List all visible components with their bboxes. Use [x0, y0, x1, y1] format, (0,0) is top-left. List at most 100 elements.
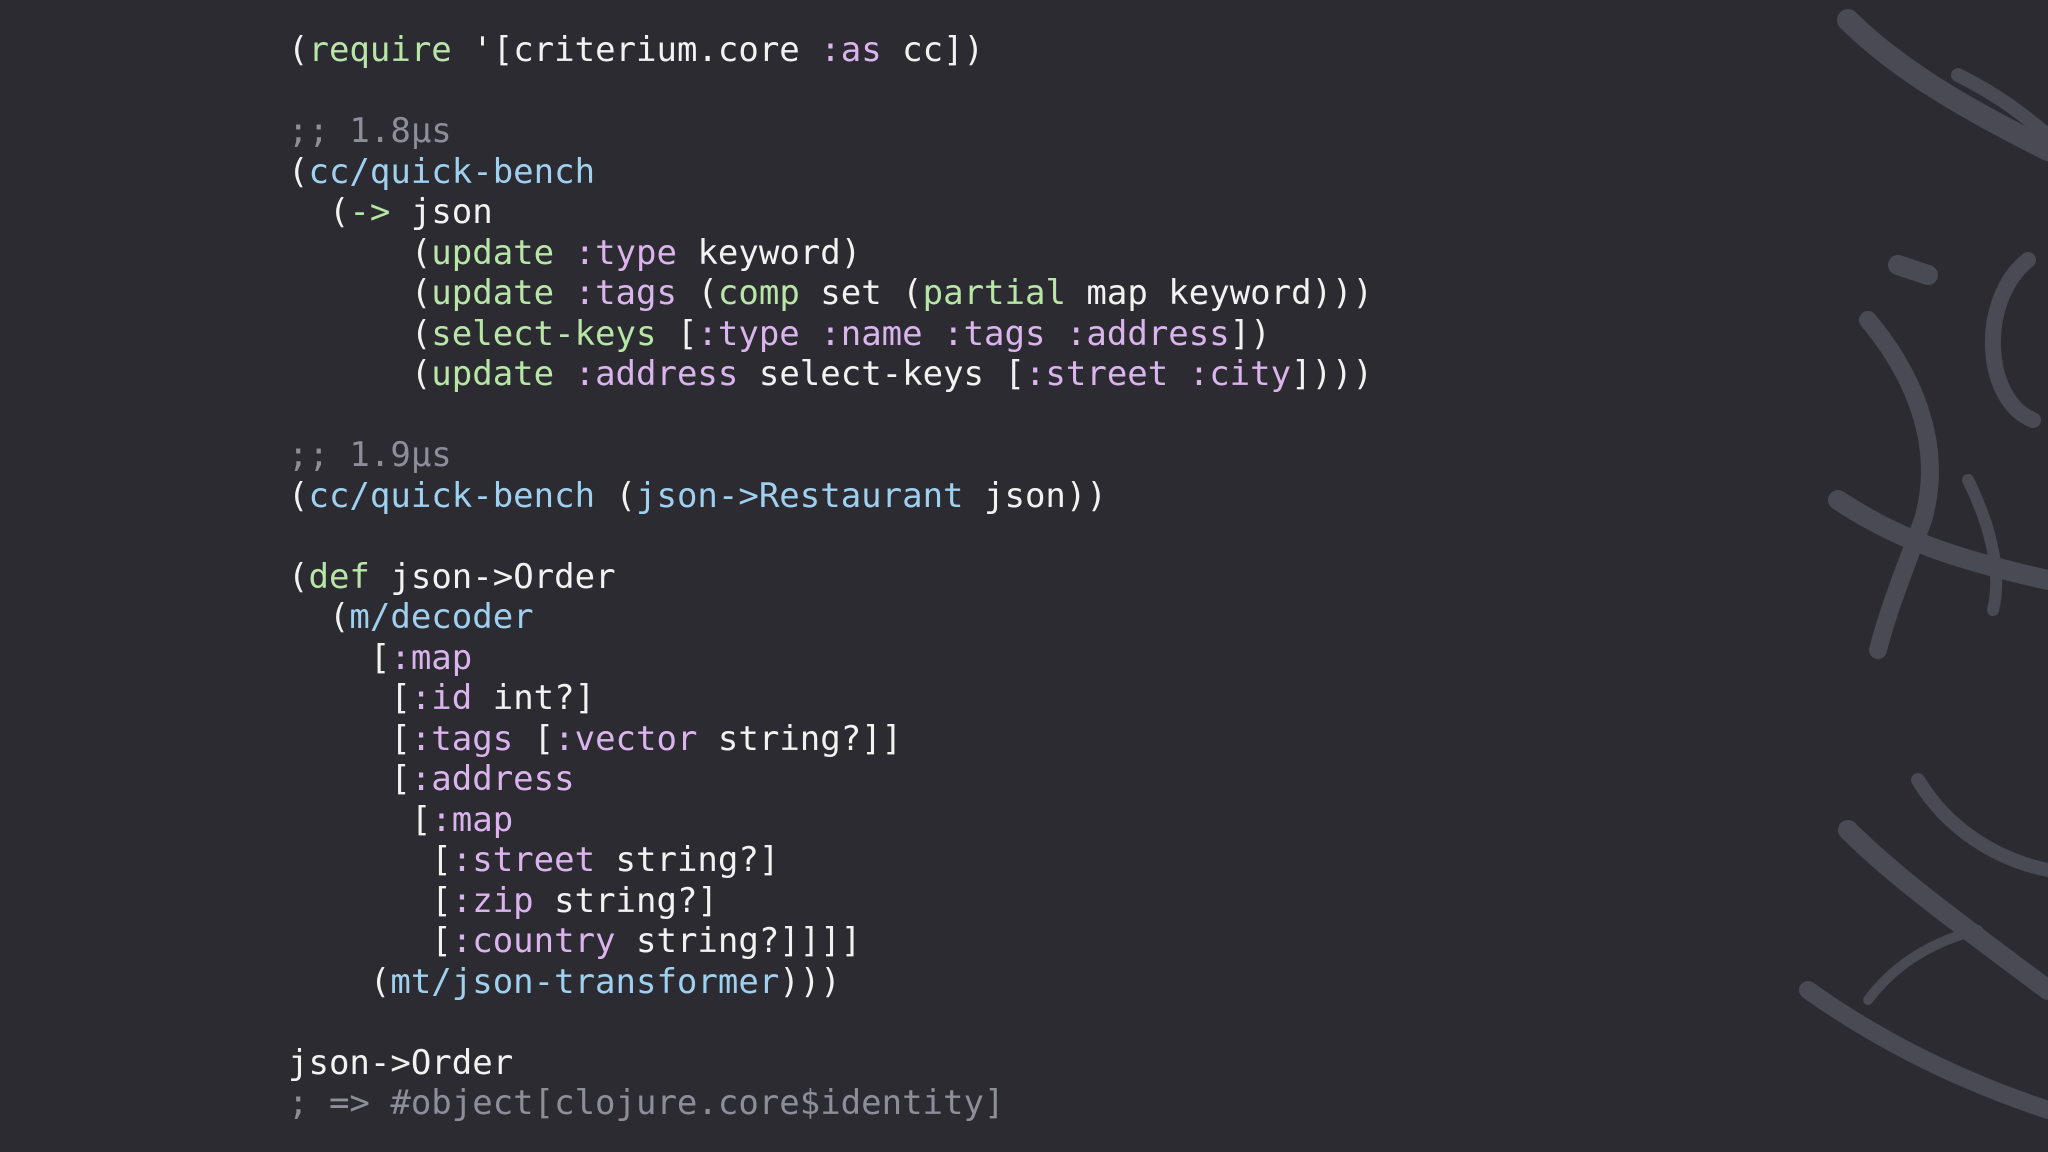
code-token: map keyword))): [1065, 273, 1373, 313]
code-line: [:zip string?]: [288, 881, 1373, 922]
code-token: :zip: [451, 880, 534, 921]
code-block: (require '[criterium.core :as cc]) ;; 1.…: [288, 30, 1373, 1124]
logo-stroke: [1799, 981, 2048, 1119]
code-token: :tags: [410, 718, 514, 759]
code-token: json)): [963, 475, 1107, 516]
code-token: string?]]]]: [615, 921, 862, 961]
code-token: [: [288, 637, 391, 678]
code-token: ]): [1229, 313, 1271, 354]
code-token: (: [288, 556, 309, 597]
code-line: [:address: [288, 759, 1373, 800]
code-token: select-keys: [431, 313, 657, 354]
code-line: (update :type keyword): [288, 233, 1373, 274]
code-line: (mt/json-transformer))): [288, 962, 1373, 1003]
code-token: (: [288, 313, 432, 354]
code-token: [: [288, 678, 411, 718]
logo-stroke: [1863, 925, 1983, 1005]
code-line: json->Order: [288, 1043, 1373, 1084]
code-token: :map: [390, 637, 473, 678]
code-token: (: [676, 273, 718, 313]
code-token: (: [288, 30, 309, 70]
logo-stroke: [1837, 9, 2048, 161]
code-token: :street: [1024, 354, 1169, 394]
code-token: :street: [451, 840, 596, 880]
code-token: ;; 1.9µs: [288, 435, 452, 475]
code-token: [: [656, 313, 698, 354]
code-token: :tags: [943, 313, 1046, 354]
code-token: require: [308, 30, 452, 70]
code-token: :address: [574, 354, 739, 394]
code-token: json: [390, 192, 493, 232]
code-token: :as: [820, 30, 882, 70]
code-token: def: [308, 556, 370, 597]
code-token: mt/json-transformer: [390, 961, 780, 1002]
code-token: :type: [574, 232, 677, 273]
code-line: (cc/quick-bench: [288, 152, 1373, 193]
code-line: [:tags [:vector string?]]: [288, 719, 1373, 760]
code-token: ->: [349, 192, 391, 232]
code-token: select-keys [: [738, 354, 1025, 394]
code-line: (select-keys [:type :name :tags :address…: [288, 314, 1373, 355]
code-line: [:street string?]: [288, 840, 1373, 881]
metosin-brush-logo-icon: [1799, 9, 2048, 1119]
code-token: cc]): [881, 30, 985, 70]
code-line: ;; 1.9µs: [288, 435, 1373, 476]
code-token: update: [431, 232, 555, 273]
code-token: keyword): [676, 232, 862, 273]
code-line: (update :address select-keys [:street :c…: [288, 354, 1373, 395]
code-token: [: [288, 880, 452, 921]
code-line: [:map: [288, 638, 1373, 679]
code-token: ))): [779, 961, 841, 1002]
logo-stroke: [1911, 773, 2048, 877]
code-token: :country: [451, 921, 616, 961]
code-line: (cc/quick-bench (json->Restaurant json)): [288, 476, 1373, 517]
code-token: string?]: [533, 880, 718, 921]
code-token: (: [288, 475, 309, 516]
code-token: [: [288, 840, 452, 880]
code-token: [: [288, 718, 411, 759]
code-token: json->Order: [288, 1042, 514, 1083]
code-token: string?]]: [697, 718, 903, 759]
code-token: comp: [717, 273, 800, 313]
code-token: ;; 1.8µs: [288, 111, 452, 151]
code-token: :name: [820, 313, 923, 354]
code-token: (: [288, 232, 432, 273]
code-token: cc/quick-bench: [308, 151, 596, 192]
logo-stroke: [1828, 490, 2048, 590]
code-token: :city: [1188, 354, 1292, 394]
code-line: [:country string?]]]]: [288, 921, 1373, 962]
code-line: (m/decoder: [288, 597, 1373, 638]
code-token: set (: [799, 273, 923, 313]
code-token: [: [288, 799, 432, 840]
code-token: :tags: [574, 273, 677, 313]
code-token: :map: [431, 799, 514, 840]
code-line: [:map: [288, 800, 1373, 841]
code-token: update: [431, 273, 555, 313]
code-token: m/decoder: [349, 597, 534, 637]
code-token: '[criterium.core: [451, 30, 821, 70]
code-token: ; => #object[clojure.core$identity]: [288, 1083, 1005, 1123]
code-token: int?]: [472, 678, 596, 718]
code-line: (update :tags (comp set (partial map key…: [288, 273, 1373, 314]
code-token: ]))): [1291, 354, 1373, 394]
code-token: json->Restaurant: [636, 475, 964, 516]
code-token: (: [288, 961, 391, 1002]
code-line: (require '[criterium.core :as cc]): [288, 30, 1373, 71]
code-token: [: [288, 921, 452, 961]
code-token: (: [288, 597, 350, 637]
logo-stroke: [1859, 311, 1939, 659]
code-token: cc/quick-bench: [308, 475, 596, 516]
code-token: :address: [410, 759, 575, 799]
code-token: [: [288, 759, 411, 799]
code-token: :id: [410, 678, 473, 718]
